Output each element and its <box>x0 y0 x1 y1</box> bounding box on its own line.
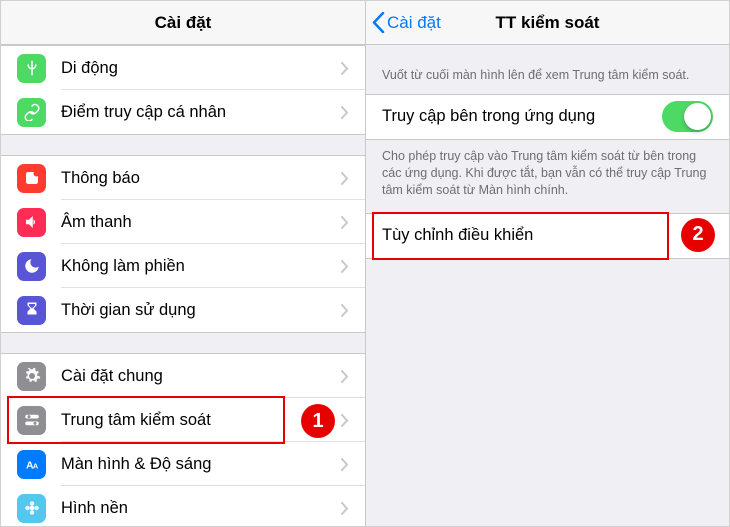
chevron-right-icon <box>341 458 349 471</box>
section-note-swipe: Vuốt từ cuối màn hình lên để xem Trung t… <box>366 45 729 94</box>
flower-icon <box>17 494 46 523</box>
row-dnd[interactable]: Không làm phiền <box>1 244 365 288</box>
chevron-left-icon <box>372 12 385 33</box>
row-label: Truy cập bên trong ứng dụng <box>382 107 662 126</box>
row-label: Tùy chỉnh điều khiển <box>382 226 705 245</box>
settings-group-general: Cài đặt chung Trung tâm kiểm soát AA Màn… <box>1 353 365 526</box>
back-label: Cài đặt <box>387 13 441 33</box>
settings-panel: Cài đặt Di động Điểm truy cập cá nhân <box>1 1 366 526</box>
gear-icon <box>17 362 46 391</box>
chevron-right-icon <box>341 216 349 229</box>
text-size-icon: AA <box>17 450 46 479</box>
settings-group-connectivity: Di động Điểm truy cập cá nhân <box>1 45 365 135</box>
navbar-right: Cài đặt TT kiểm soát <box>366 1 729 45</box>
screenshot-container: Cài đặt Di động Điểm truy cập cá nhân <box>0 0 730 527</box>
navbar-left: Cài đặt <box>1 1 365 45</box>
chevron-right-icon <box>341 502 349 515</box>
step-badge-2: 2 <box>681 218 715 252</box>
row-label: Điểm truy cập cá nhân <box>61 103 341 122</box>
chevron-right-icon <box>341 370 349 383</box>
notification-icon <box>17 164 46 193</box>
row-wallpaper[interactable]: Hình nền <box>1 486 365 526</box>
row-access-within-apps[interactable]: Truy cập bên trong ứng dụng <box>366 95 729 139</box>
link-icon <box>17 98 46 127</box>
back-button[interactable]: Cài đặt <box>372 1 441 44</box>
chevron-right-icon <box>341 260 349 273</box>
row-label: Không làm phiền <box>61 257 341 276</box>
section-note-access: Cho phép truy cập vào Trung tâm kiểm soá… <box>366 140 729 207</box>
switch-access-within-apps[interactable] <box>662 101 713 132</box>
row-label: Trung tâm kiểm soát <box>61 411 341 430</box>
hourglass-icon <box>17 296 46 325</box>
row-label: Hình nền <box>61 499 341 518</box>
row-general[interactable]: Cài đặt chung <box>1 354 365 398</box>
row-cellular[interactable]: Di động <box>1 46 365 90</box>
switch-knob <box>684 103 711 130</box>
sound-icon <box>17 208 46 237</box>
row-label: Di động <box>61 59 341 78</box>
chevron-right-icon <box>341 172 349 185</box>
switches-icon <box>17 406 46 435</box>
row-label: Cài đặt chung <box>61 367 341 386</box>
page-title: TT kiểm soát <box>496 13 600 33</box>
row-hotspot[interactable]: Điểm truy cập cá nhân <box>1 90 365 134</box>
access-group: Truy cập bên trong ứng dụng <box>366 94 729 140</box>
row-customize-controls[interactable]: Tùy chỉnh điều khiển <box>366 214 729 258</box>
chevron-right-icon <box>341 414 349 427</box>
row-label: Thông báo <box>61 169 341 188</box>
settings-group-notifications: Thông báo Âm thanh Không làm phiền <box>1 155 365 333</box>
chevron-right-icon <box>341 304 349 317</box>
row-label: Âm thanh <box>61 213 341 232</box>
row-display[interactable]: AA Màn hình & Độ sáng <box>1 442 365 486</box>
row-label: Thời gian sử dụng <box>61 301 341 320</box>
chevron-right-icon <box>341 106 349 119</box>
control-center-panel: Cài đặt TT kiểm soát Vuốt từ cuối màn hì… <box>366 1 729 526</box>
row-notifications[interactable]: Thông báo <box>1 156 365 200</box>
row-label: Màn hình & Độ sáng <box>61 455 341 474</box>
chevron-right-icon <box>341 62 349 75</box>
customize-group: Tùy chỉnh điều khiển 2 <box>366 213 729 259</box>
row-screentime[interactable]: Thời gian sử dụng <box>1 288 365 332</box>
page-title: Cài đặt <box>155 13 212 33</box>
antenna-icon <box>17 54 46 83</box>
row-sounds[interactable]: Âm thanh <box>1 200 365 244</box>
step-badge-1: 1 <box>301 404 335 438</box>
moon-icon <box>17 252 46 281</box>
svg-text:A: A <box>32 462 38 471</box>
